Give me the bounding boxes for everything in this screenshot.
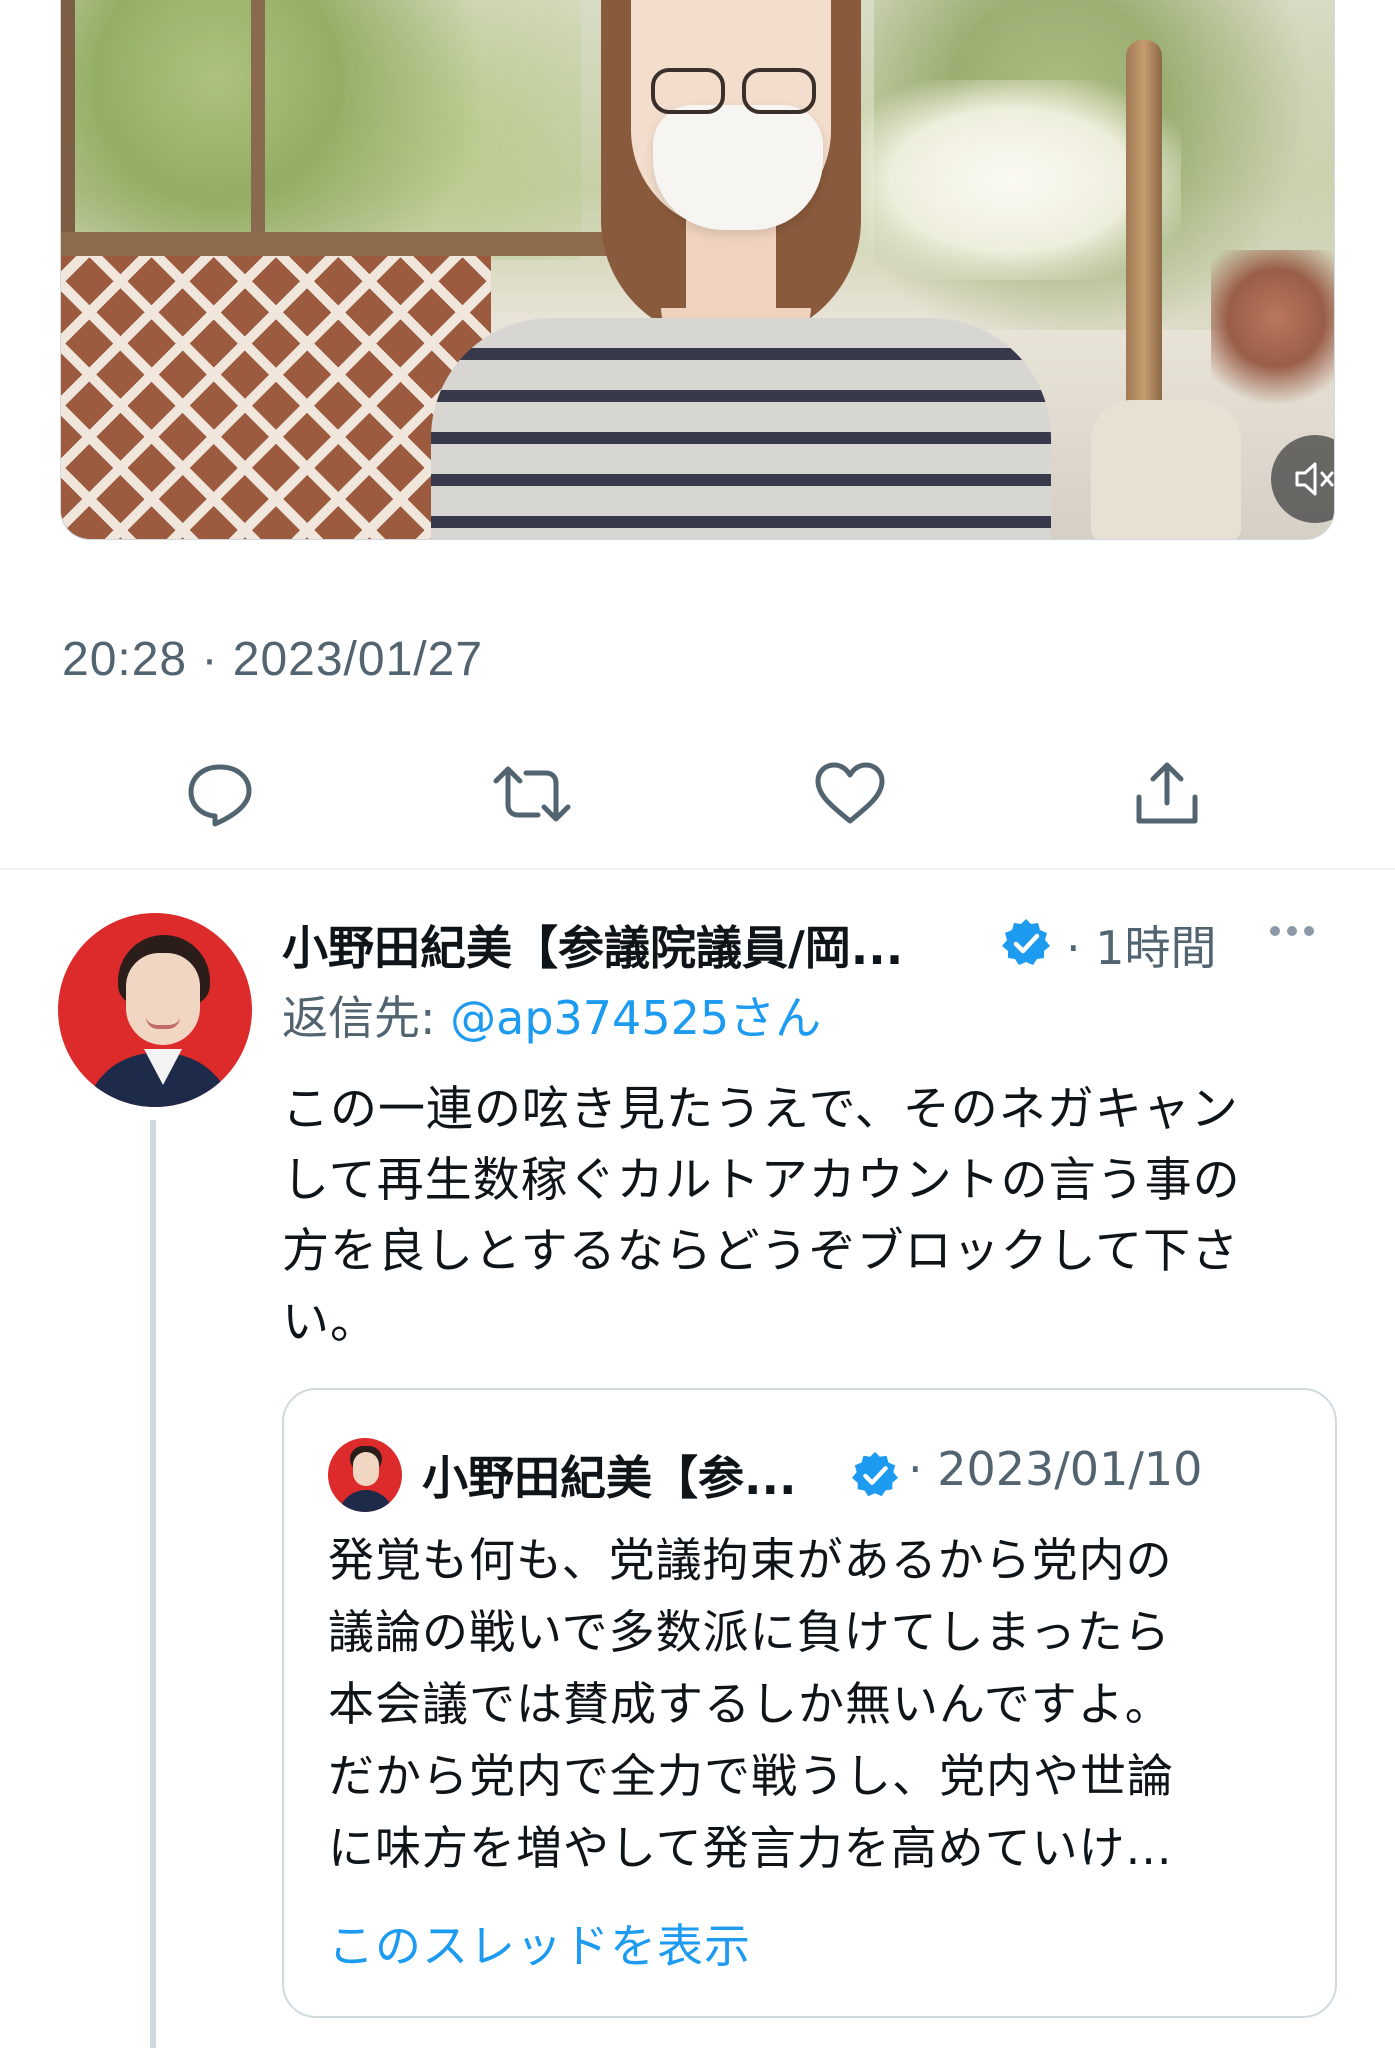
verified-badge-icon <box>1002 919 1050 965</box>
thread-connector-line <box>150 1120 156 2048</box>
verified-badge-icon <box>851 1451 899 1497</box>
share-icon[interactable] <box>1125 752 1209 836</box>
face-mask <box>653 105 823 230</box>
tweet-video[interactable] <box>60 0 1335 540</box>
reply-to-suffix: さん <box>729 991 822 1045</box>
video-person <box>431 0 1051 539</box>
quoted-text-line: 発覚も何も、党議拘束があるから党内の <box>328 1533 1173 1587</box>
quoted-text-line: 議論の戦いで多数派に負けてしまったら <box>328 1605 1171 1659</box>
tweet-action-bar <box>0 752 1395 832</box>
tweet-timestamp[interactable]: 20:28 · 2023/01/27 <box>62 632 483 687</box>
tweet-text-line: この一連の呟き見たうえで、そのネガキャン <box>282 1082 1239 1137</box>
striped-sweater <box>431 318 1051 539</box>
quoted-author-avatar <box>328 1438 402 1512</box>
lattice-fence <box>61 256 491 539</box>
reply-to-label: 返信先: <box>282 991 436 1045</box>
tweet-text-line: い。 <box>282 1295 378 1350</box>
more-icon[interactable] <box>1270 926 1314 936</box>
reply-to-line: 返信先: @ap374525さん <box>282 982 821 1048</box>
time-ago[interactable]: · 1時間 <box>1066 912 1217 978</box>
quoted-author-name: 小野田紀美【参... <box>422 1451 797 1505</box>
author-name[interactable]: 小野田紀美【参議院議員/岡... <box>282 912 903 978</box>
quoted-text-line: だから党内で全力で戦うし、党内や世論 <box>328 1749 1174 1803</box>
quoted-date: · 2023/01/10 <box>908 1442 1203 1496</box>
show-thread-link[interactable]: このスレッドを表示 <box>328 1910 751 1976</box>
divider <box>0 868 1395 870</box>
tweet-text: この一連の呟き見たうえで、そのネガキャン して再生数稼ぐカルトアカウントの言う事… <box>282 1074 1342 1358</box>
heart-icon[interactable] <box>808 752 892 836</box>
plant-pot <box>1091 400 1241 539</box>
tweet-text-line: 方を良しとするならどうぞブロックして下さ <box>282 1224 1240 1279</box>
tweet-text-line: して再生数稼ぐカルトアカウントの言う事の <box>282 1153 1241 1208</box>
quoted-text-line: 本会議では賛成するしか無いんですよ。 <box>328 1677 1172 1731</box>
reply-icon[interactable] <box>178 752 262 836</box>
quoted-tweet[interactable]: 小野田紀美【参... · 2023/01/10 発覚も何も、党議拘束があるから党… <box>282 1388 1337 2018</box>
author-avatar[interactable] <box>58 913 252 1107</box>
retweet-icon[interactable] <box>490 752 574 836</box>
glasses <box>651 68 816 120</box>
quoted-text: 発覚も何も、党議拘束があるから党内の 議論の戦いで多数派に負けてしまったら 本会… <box>328 1524 1308 1884</box>
quoted-text-line: に味方を増やして発言力を高めていけ... <box>328 1821 1173 1875</box>
reply-to-handle[interactable]: @ap374525 <box>450 991 729 1045</box>
